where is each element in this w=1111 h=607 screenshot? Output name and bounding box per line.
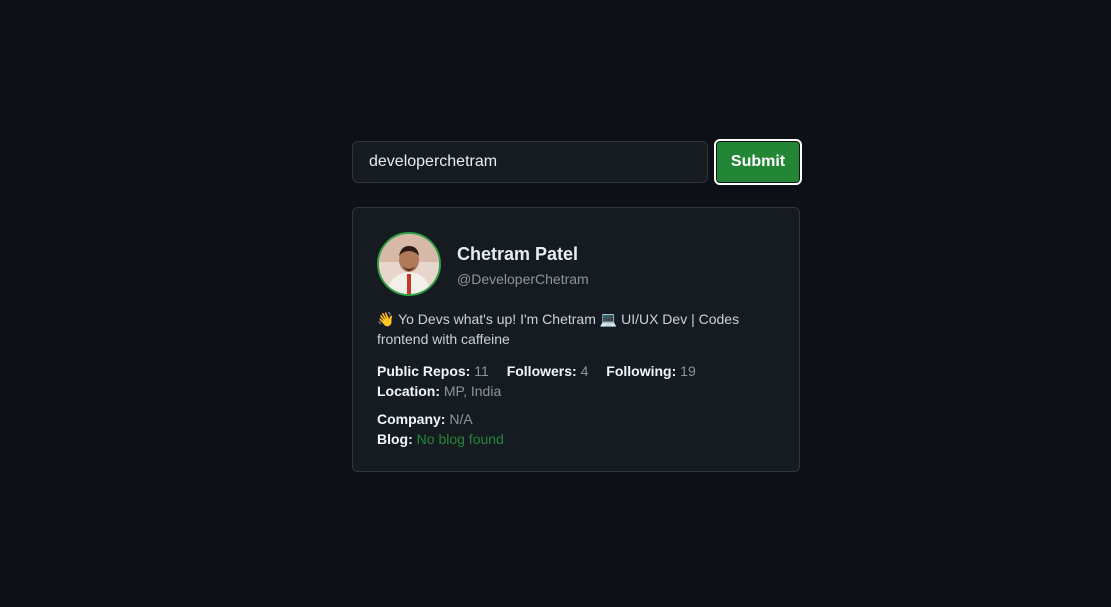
location-row: Location: MP, India (377, 381, 501, 401)
stats-row: Public Repos: 11 Followers: 4 Following:… (377, 361, 696, 381)
avatar-image (379, 234, 439, 294)
avatar[interactable] (377, 232, 441, 296)
blog-label: Blog: (377, 431, 413, 447)
public-repos-value: 11 (474, 363, 489, 379)
followers-value: 4 (580, 363, 589, 379)
public-repos-label: Public Repos: (377, 363, 471, 379)
company-value: N/A (449, 411, 473, 427)
username-input[interactable] (352, 141, 708, 183)
company-label: Company: (377, 411, 446, 427)
company-row: Company: N/A (377, 409, 473, 429)
bio-line: frontend with caffeine (377, 331, 510, 347)
following-value: 19 (680, 363, 696, 379)
search-form: Submit (352, 139, 802, 185)
profile-name: Chetram Patel (457, 244, 579, 264)
following-label: Following: (606, 363, 677, 379)
location-label: Location: (377, 383, 440, 399)
followers-label: Followers: (506, 363, 577, 379)
profile-card: Chetram Patel @DeveloperChetram 👋 Yo Dev… (352, 207, 800, 472)
blog-link[interactable]: No blog found (417, 431, 504, 447)
bio-line: 👋 Yo Devs what's up! I'm Chetram 💻 UI/UX… (377, 311, 740, 327)
profile-bio: 👋 Yo Devs what's up! I'm Chetram 💻 UI/UX… (377, 309, 777, 349)
blog-row: Blog: No blog found (377, 429, 504, 449)
profile-handle: @DeveloperChetram (457, 271, 589, 287)
location-value: MP, India (443, 383, 502, 399)
submit-button[interactable]: Submit (714, 139, 802, 185)
